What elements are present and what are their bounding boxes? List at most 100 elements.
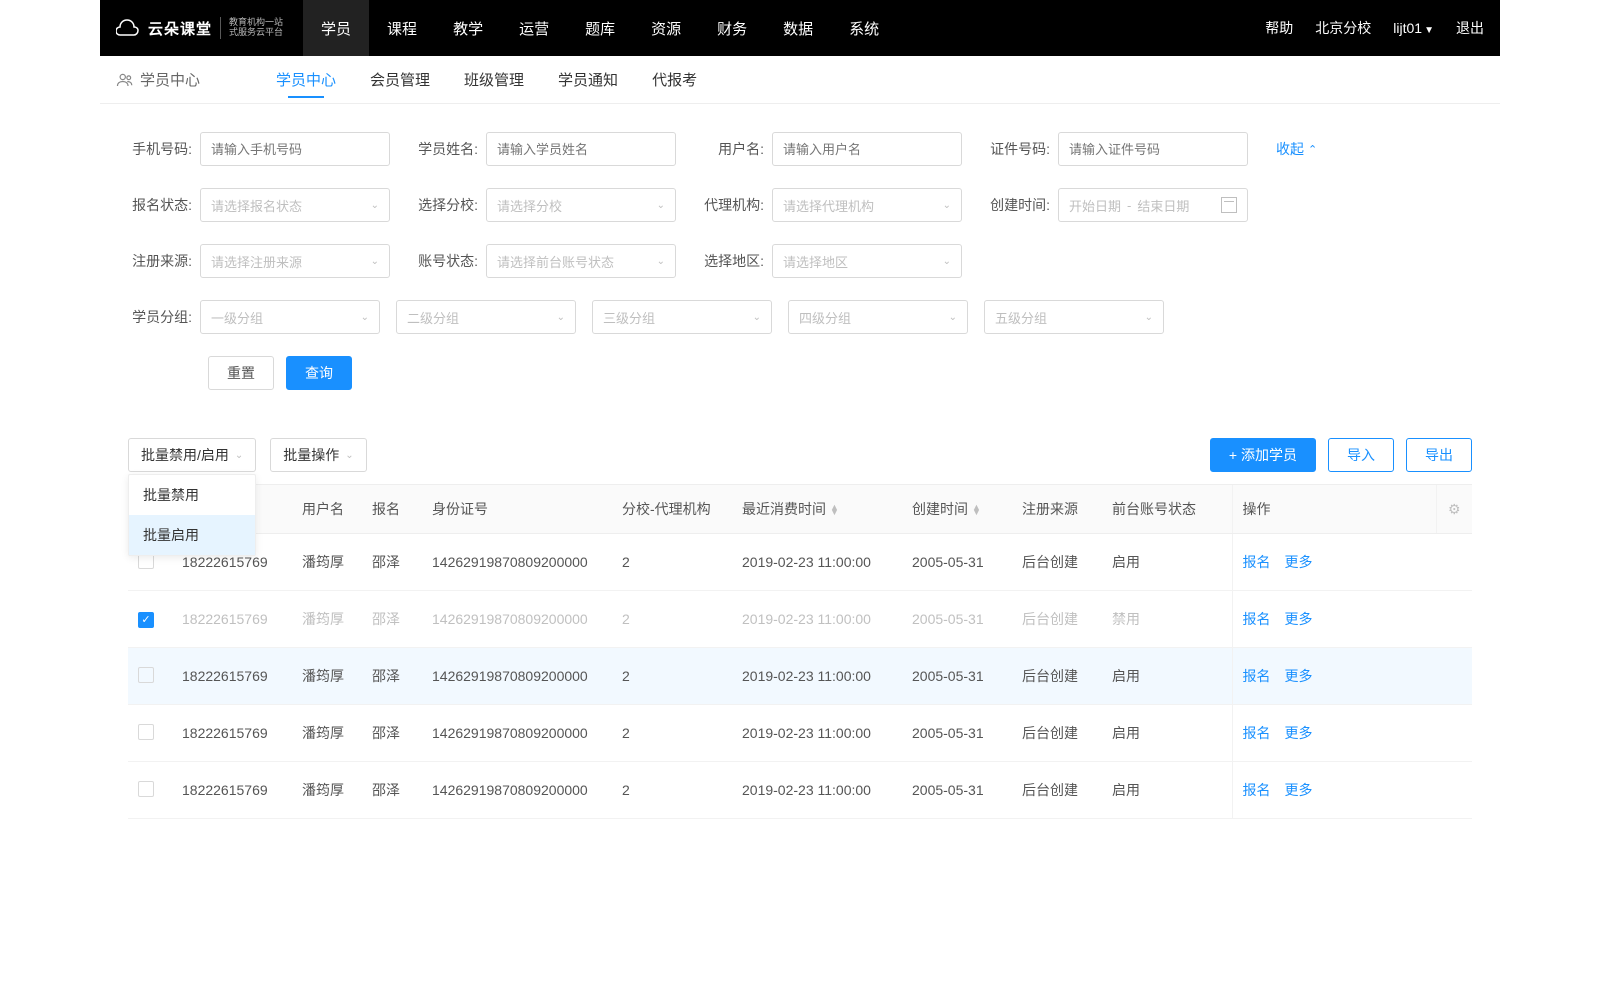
th-last-consume[interactable]: 最近消费时间▲▼ [732, 485, 902, 534]
cell-front-status: 禁用 [1102, 591, 1232, 648]
topnav-item-5[interactable]: 资源 [633, 0, 699, 56]
cell-reg-src: 后台创建 [1012, 591, 1102, 648]
reg-src-label: 注册来源: [128, 251, 192, 271]
more-link[interactable]: 更多 [1285, 668, 1313, 684]
cell-school-agent: 2 [612, 648, 732, 705]
cell-enroll: 邵泽 [362, 591, 422, 648]
batch-toggle-dropdown[interactable]: 批量禁用/启用⌄ [128, 438, 256, 472]
more-link[interactable]: 更多 [1285, 782, 1313, 798]
sub-nav: 学员中心 学员中心会员管理班级管理学员通知代报考 [100, 56, 1500, 104]
username-label: 用户名: [700, 139, 764, 159]
topnav-item-1[interactable]: 课程 [369, 0, 435, 56]
group-select-5[interactable]: 五级分组⌄ [984, 300, 1164, 334]
cell-reg-src: 后台创建 [1012, 534, 1102, 591]
group-label: 学员分组: [128, 307, 192, 327]
region-select[interactable]: 请选择地区⌄ [772, 244, 962, 278]
cell-idno: 14262919870809200000 [422, 534, 612, 591]
create-time-range[interactable]: 开始日期-结束日期 [1058, 188, 1248, 222]
cell-phone: 18222615769 [172, 591, 292, 648]
cell-front-status: 启用 [1102, 705, 1232, 762]
user-menu[interactable]: lijt01▼ [1393, 20, 1434, 36]
cell-school-agent: 2 [612, 591, 732, 648]
topnav-item-7[interactable]: 数据 [765, 0, 831, 56]
topnav-item-3[interactable]: 运营 [501, 0, 567, 56]
more-link[interactable]: 更多 [1285, 725, 1313, 741]
cell-username: 潘筠厚 [292, 762, 362, 819]
row-checkbox[interactable] [138, 781, 154, 797]
query-button[interactable]: 查询 [286, 356, 352, 390]
reset-button[interactable]: 重置 [208, 356, 274, 390]
subnav-item-4[interactable]: 代报考 [652, 56, 697, 104]
table-row: ✓18222615769潘筠厚邵泽14262919870809200000220… [128, 591, 1472, 648]
enroll-link[interactable]: 报名 [1243, 668, 1271, 684]
enroll-link[interactable]: 报名 [1243, 554, 1271, 570]
subnav-item-1[interactable]: 会员管理 [370, 56, 430, 104]
sort-icon: ▲▼ [830, 505, 839, 516]
reg-src-select[interactable]: 请选择注册来源⌄ [200, 244, 390, 278]
row-checkbox[interactable] [138, 667, 154, 683]
row-checkbox[interactable]: ✓ [138, 612, 154, 628]
cloud-icon [116, 19, 140, 37]
topnav-item-0[interactable]: 学员 [303, 0, 369, 56]
row-checkbox[interactable] [138, 724, 154, 740]
cell-idno: 14262919870809200000 [422, 762, 612, 819]
export-button[interactable]: 导出 [1406, 438, 1472, 472]
username-input[interactable] [772, 132, 962, 166]
topnav-item-6[interactable]: 财务 [699, 0, 765, 56]
chevron-down-icon: ⌄ [753, 312, 761, 323]
logo[interactable]: 云朵课堂 教育机构一站 式服务云平台 [116, 17, 283, 39]
subnav-item-2[interactable]: 班级管理 [464, 56, 524, 104]
page-title-text: 学员中心 [140, 69, 200, 90]
cell-create-time: 2005-05-31 [902, 762, 1012, 819]
school-select[interactable]: 请选择分校⌄ [486, 188, 676, 222]
batch-ops-dropdown[interactable]: 批量操作⌄ [270, 438, 366, 472]
enroll-status-select[interactable]: 请选择报名状态⌄ [200, 188, 390, 222]
cell-idno: 14262919870809200000 [422, 648, 612, 705]
table-row: 18222615769潘筠厚邵泽142629198708092000002201… [128, 762, 1472, 819]
chevron-down-icon: ⌄ [1145, 312, 1153, 323]
top-nav-items: 学员课程教学运营题库资源财务数据系统 [303, 0, 897, 56]
cell-username: 潘筠厚 [292, 534, 362, 591]
subnav-item-3[interactable]: 学员通知 [558, 56, 618, 104]
group-select-2[interactable]: 二级分组⌄ [396, 300, 576, 334]
more-link[interactable]: 更多 [1285, 554, 1313, 570]
caret-down-icon: ▼ [1424, 25, 1434, 36]
filters: 手机号码: 学员姓名: 用户名: 证件号码: 收起 ⌃ 报名状 [100, 104, 1500, 420]
cell-username: 潘筠厚 [292, 705, 362, 762]
topnav-item-8[interactable]: 系统 [831, 0, 897, 56]
phone-input[interactable] [200, 132, 390, 166]
topnav-item-4[interactable]: 题库 [567, 0, 633, 56]
group-select-1[interactable]: 一级分组⌄ [200, 300, 380, 334]
top-nav-right: 帮助 北京分校 lijt01▼ 退出 [1265, 18, 1484, 38]
student-name-input[interactable] [486, 132, 676, 166]
logout-link[interactable]: 退出 [1456, 18, 1484, 38]
enroll-link[interactable]: 报名 [1243, 725, 1271, 741]
subnav-item-0[interactable]: 学员中心 [276, 56, 336, 104]
cell-reg-src: 后台创建 [1012, 762, 1102, 819]
cell-create-time: 2005-05-31 [902, 705, 1012, 762]
group-select-4[interactable]: 四级分组⌄ [788, 300, 968, 334]
sort-icon: ▲▼ [972, 505, 981, 516]
batch-enable-item[interactable]: 批量启用 [129, 515, 255, 555]
cell-reg-src: 后台创建 [1012, 705, 1102, 762]
school-link[interactable]: 北京分校 [1315, 18, 1371, 38]
import-button[interactable]: 导入 [1328, 438, 1394, 472]
acct-status-select[interactable]: 请选择前台账号状态⌄ [486, 244, 676, 278]
collapse-toggle[interactable]: 收起 ⌃ [1276, 139, 1317, 159]
more-link[interactable]: 更多 [1285, 611, 1313, 627]
chevron-down-icon: ⌄ [943, 200, 951, 211]
region-label: 选择地区: [700, 251, 764, 271]
topnav-item-2[interactable]: 教学 [435, 0, 501, 56]
cell-phone: 18222615769 [172, 705, 292, 762]
gear-icon[interactable]: ⚙ [1448, 501, 1461, 517]
group-select-3[interactable]: 三级分组⌄ [592, 300, 772, 334]
help-link[interactable]: 帮助 [1265, 18, 1293, 38]
enroll-link[interactable]: 报名 [1243, 782, 1271, 798]
add-student-button[interactable]: + 添加学员 [1210, 438, 1316, 472]
th-create-time[interactable]: 创建时间▲▼ [902, 485, 1012, 534]
enroll-link[interactable]: 报名 [1243, 611, 1271, 627]
agent-select[interactable]: 请选择代理机构⌄ [772, 188, 962, 222]
idno-input[interactable] [1058, 132, 1248, 166]
batch-disable-item[interactable]: 批量禁用 [129, 475, 255, 515]
cell-create-time: 2005-05-31 [902, 591, 1012, 648]
